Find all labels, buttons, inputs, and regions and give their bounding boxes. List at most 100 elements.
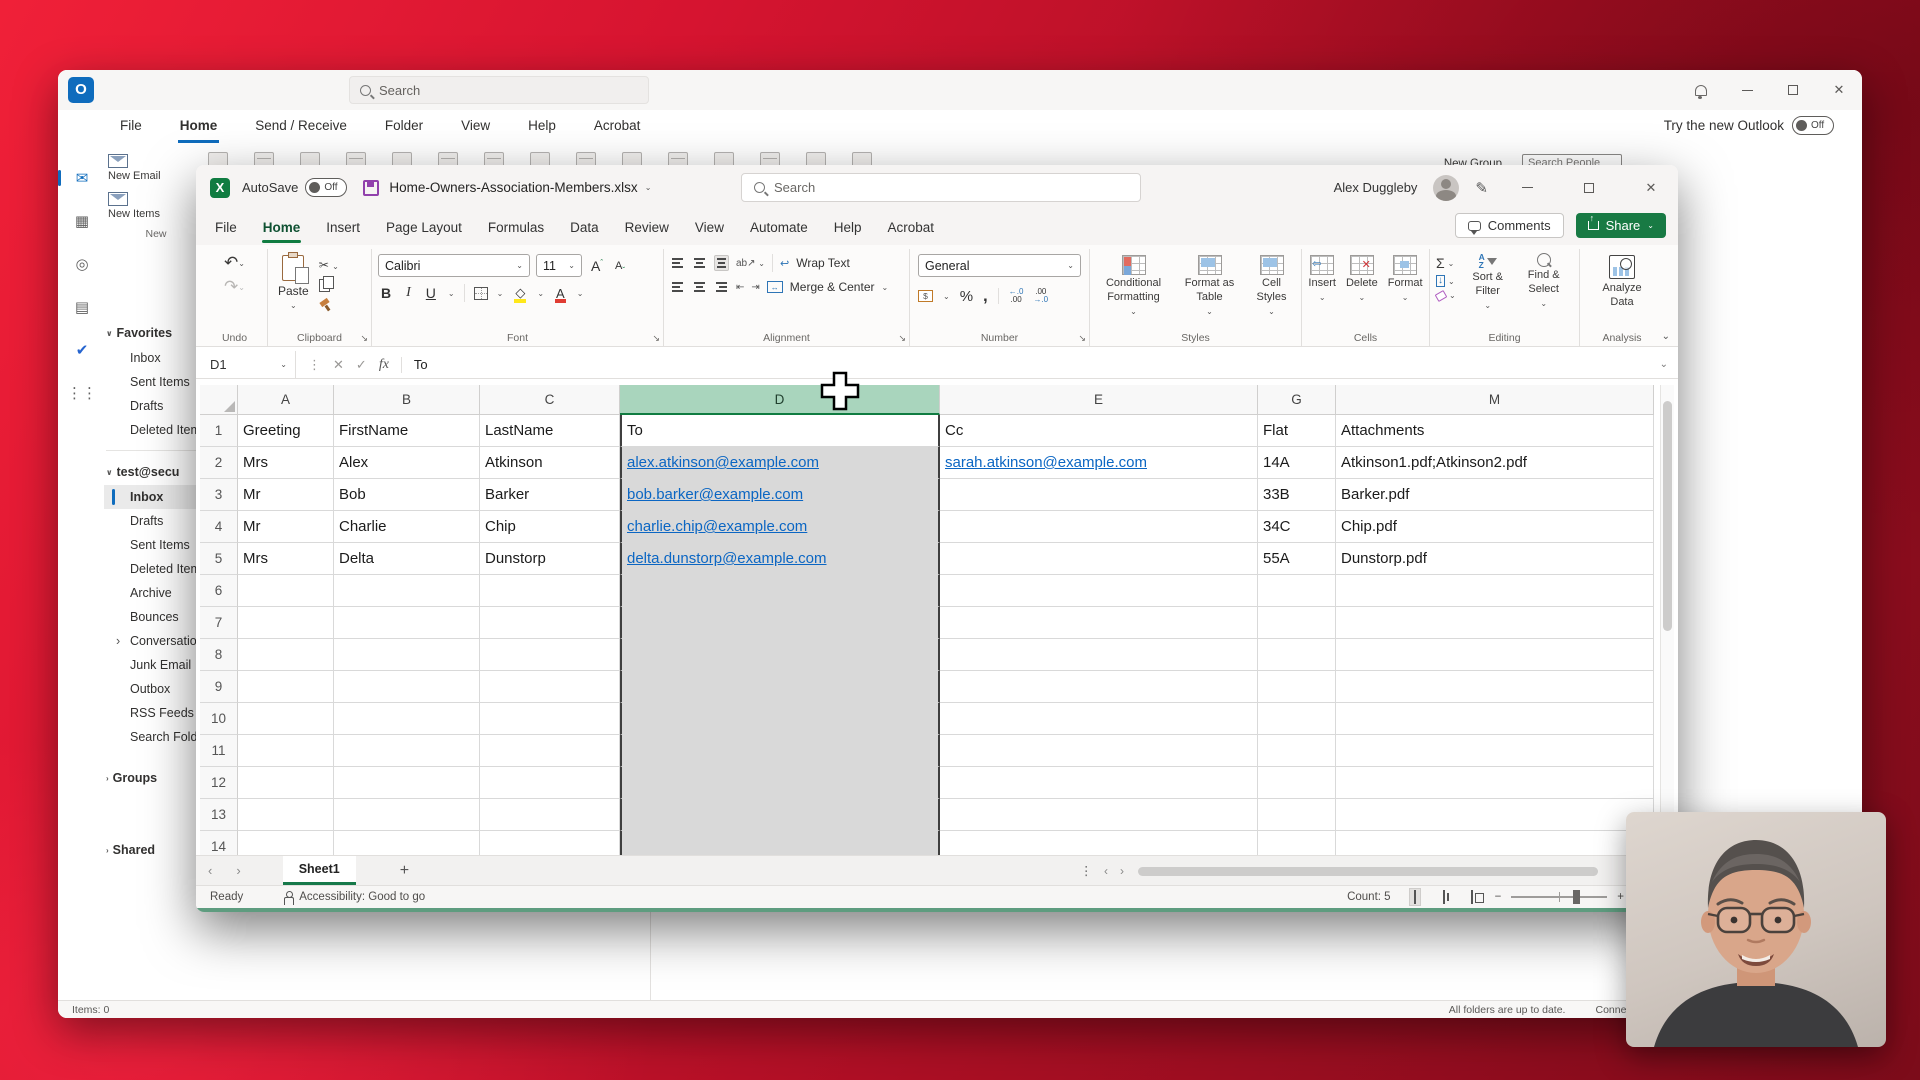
cancel-button[interactable]: ✕ [333, 357, 344, 373]
tasks-icon[interactable]: ▤ [71, 296, 93, 318]
excel-close-button[interactable]: ✕ [1628, 168, 1674, 208]
cell[interactable] [620, 671, 940, 703]
insert-function-button[interactable]: fx [379, 357, 389, 373]
align-right-button[interactable] [714, 280, 729, 294]
normal-view-button[interactable] [1408, 888, 1421, 906]
cell[interactable] [620, 703, 940, 735]
cell[interactable] [1336, 671, 1654, 703]
cell[interactable] [1258, 767, 1336, 799]
save-icon[interactable] [363, 179, 380, 196]
increase-indent-button[interactable]: ⇥ [751, 282, 759, 293]
pen-mode-icon[interactable]: ✎ [1475, 179, 1488, 197]
autosave-toggle[interactable]: Off [305, 178, 348, 197]
row-header[interactable]: 11 [200, 735, 238, 767]
orientation-button[interactable]: ab↗ ⌄ [736, 258, 765, 269]
outlook-menu-item[interactable]: Acrobat [592, 114, 643, 143]
row-header[interactable]: 12 [200, 767, 238, 799]
column-header[interactable]: G [1258, 385, 1336, 415]
sheet-tab[interactable]: Sheet1 [282, 856, 356, 885]
cell[interactable] [1258, 735, 1336, 767]
collapse-ribbon-button[interactable]: ⌄ [1662, 331, 1670, 342]
cell[interactable] [238, 831, 334, 855]
ribbon-tab[interactable]: Page Layout [373, 213, 475, 243]
cell[interactable]: sarah.atkinson@example.com [940, 447, 1258, 479]
workbook-title[interactable]: Home-Owners-Association-Members.xlsx [389, 180, 637, 195]
cell[interactable] [1258, 639, 1336, 671]
row-header[interactable]: 7 [200, 607, 238, 639]
cell[interactable]: 33B [1258, 479, 1336, 511]
cell[interactable]: charlie.chip@example.com [620, 511, 940, 543]
cell[interactable] [480, 607, 620, 639]
format-cells-button[interactable]: Format ⌄ [1388, 255, 1423, 302]
cell[interactable] [1258, 607, 1336, 639]
ribbon-tab[interactable]: Home [250, 213, 314, 243]
row-header[interactable]: 8 [200, 639, 238, 671]
ribbon-tab[interactable]: View [682, 213, 737, 243]
delete-cells-button[interactable]: Delete⌄ [1346, 255, 1378, 302]
scroll-right-button[interactable]: › [1120, 864, 1124, 878]
outlook-close-button[interactable]: ✕ [1816, 70, 1862, 110]
cell[interactable] [480, 575, 620, 607]
select-all-corner[interactable] [200, 385, 238, 415]
cell[interactable] [1336, 575, 1654, 607]
cell[interactable] [940, 831, 1258, 855]
cell[interactable] [940, 703, 1258, 735]
autosum-button[interactable]: Σ ⌄ [1436, 255, 1456, 271]
cell[interactable]: Cc [940, 415, 1258, 447]
decrease-font-button[interactable]: Aˇ [612, 256, 628, 275]
ribbon-tab[interactable]: Review [612, 213, 682, 243]
vertical-scrollbar[interactable] [1660, 385, 1674, 855]
conditional-formatting-button[interactable]: Conditional Formatting ⌄ [1097, 255, 1171, 316]
prev-sheet-button[interactable]: ‹ [196, 863, 224, 878]
decrease-indent-button[interactable]: ⇤ [736, 282, 744, 293]
cell[interactable] [940, 607, 1258, 639]
cell[interactable]: Chip.pdf [1336, 511, 1654, 543]
dialog-launcher-icon[interactable]: ↘ [898, 333, 906, 344]
cell[interactable] [238, 767, 334, 799]
cell[interactable] [940, 511, 1258, 543]
cell-styles-button[interactable]: Cell Styles ⌄ [1249, 255, 1295, 316]
cut-button[interactable]: ✂ ⌄ [319, 258, 339, 272]
cell[interactable] [480, 703, 620, 735]
comma-style-button[interactable]: , [983, 286, 988, 306]
cell[interactable] [334, 607, 480, 639]
cell[interactable] [334, 799, 480, 831]
column-header[interactable]: E [940, 385, 1258, 415]
align-top-button[interactable] [670, 256, 685, 270]
cell[interactable] [620, 735, 940, 767]
cell[interactable] [1336, 703, 1654, 735]
cell[interactable]: Mr [238, 479, 334, 511]
scroll-left-button[interactable]: ‹ [1104, 864, 1108, 878]
excel-maximize-button[interactable] [1566, 168, 1612, 208]
column-header[interactable]: A [238, 385, 334, 415]
undo-button[interactable]: ↶ ⌄ [224, 254, 245, 271]
cell[interactable] [1258, 831, 1336, 855]
cell[interactable] [334, 671, 480, 703]
scrollbar-thumb[interactable] [1663, 401, 1672, 631]
dialog-launcher-icon[interactable]: ↘ [652, 333, 660, 344]
cell[interactable] [1258, 671, 1336, 703]
cell[interactable] [1258, 703, 1336, 735]
cell[interactable] [334, 703, 480, 735]
cell[interactable]: Mr [238, 511, 334, 543]
cell[interactable]: 55A [1258, 543, 1336, 575]
fill-color-button[interactable]: ◇ [512, 285, 528, 303]
todo-check-icon[interactable]: ✔ [71, 339, 93, 361]
outlook-menu-item[interactable]: Home [177, 114, 220, 143]
cell[interactable]: bob.barker@example.com [620, 479, 940, 511]
cell[interactable] [334, 575, 480, 607]
row-header[interactable]: 13 [200, 799, 238, 831]
more-options-icon[interactable]: ⋮ [1080, 863, 1093, 878]
calendar-icon[interactable]: ▦ [71, 210, 93, 232]
ribbon-tab[interactable]: Help [821, 213, 875, 243]
cell[interactable]: Bob [334, 479, 480, 511]
ribbon-tab[interactable]: File [202, 213, 250, 243]
align-center-button[interactable] [692, 280, 707, 294]
horizontal-scrollbar[interactable] [1132, 867, 1648, 876]
cell[interactable] [334, 735, 480, 767]
cell[interactable] [620, 607, 940, 639]
font-color-button[interactable]: A [553, 286, 568, 303]
cell[interactable]: Delta [334, 543, 480, 575]
cell[interactable] [1258, 799, 1336, 831]
outlook-menu-item[interactable]: File [118, 114, 144, 143]
